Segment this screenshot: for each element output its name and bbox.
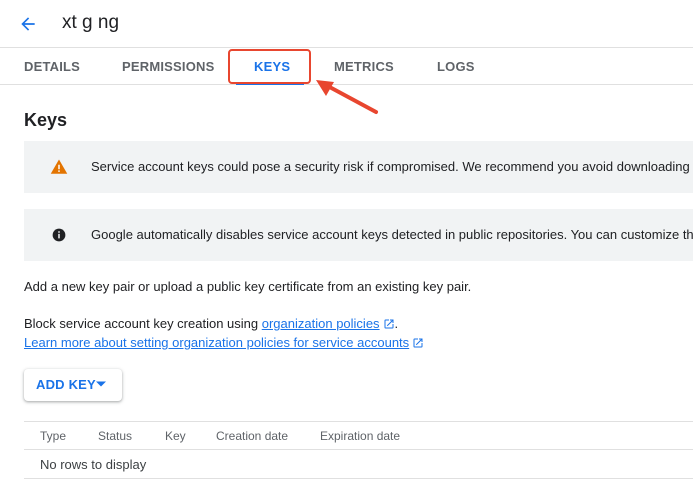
page-header: xt g ng [0, 0, 693, 48]
learn-more-link[interactable]: Learn more about setting organization po… [24, 335, 409, 350]
learn-more-row: Learn more about setting organization po… [24, 335, 424, 350]
section-title: Keys [24, 110, 68, 130]
block-creation-prefix: Block service account key creation using [24, 316, 259, 331]
warning-banner-text: Service account keys could pose a securi… [91, 159, 690, 174]
info-banner: Google automatically disables service ac… [24, 209, 693, 261]
block-creation-text: Block service account key creation using… [24, 316, 398, 331]
block-creation-suffix: . [394, 316, 399, 331]
table-header-row: Type Status Key Creation date Expiration… [24, 421, 693, 450]
intro-text: Add a new key pair or upload a public ke… [24, 279, 472, 294]
column-header-status[interactable]: Status [98, 429, 132, 443]
page-title: xt g ng [62, 12, 120, 33]
external-link-icon [384, 319, 394, 329]
annotation-highlight-box [228, 49, 311, 84]
organization-policies-link[interactable]: organization policies [262, 316, 380, 331]
table-empty-row: No rows to display [24, 450, 693, 479]
column-header-expiration-date[interactable]: Expiration date [320, 429, 400, 443]
tab-details[interactable]: DETAILS [24, 48, 80, 85]
warning-banner: Service account keys could pose a securi… [24, 141, 693, 193]
info-banner-text: Google automatically disables service ac… [91, 227, 693, 242]
column-header-creation-date[interactable]: Creation date [216, 429, 288, 443]
add-key-button[interactable]: ADD KEY [24, 369, 122, 401]
column-header-type[interactable]: Type [40, 429, 66, 443]
external-link-icon [413, 338, 423, 348]
empty-table-message: No rows to display [40, 457, 147, 472]
info-icon [52, 228, 66, 242]
tab-logs[interactable]: LOGS [437, 48, 475, 85]
tab-permissions[interactable]: PERMISSIONS [122, 48, 215, 85]
arrow-back-icon [21, 17, 35, 31]
warning-icon [50, 159, 68, 174]
annotation-arrow-icon [316, 80, 378, 114]
column-header-key[interactable]: Key [165, 429, 186, 443]
caret-down-icon [96, 381, 106, 387]
add-key-label: ADD KEY [36, 377, 96, 392]
back-button[interactable] [14, 10, 42, 38]
